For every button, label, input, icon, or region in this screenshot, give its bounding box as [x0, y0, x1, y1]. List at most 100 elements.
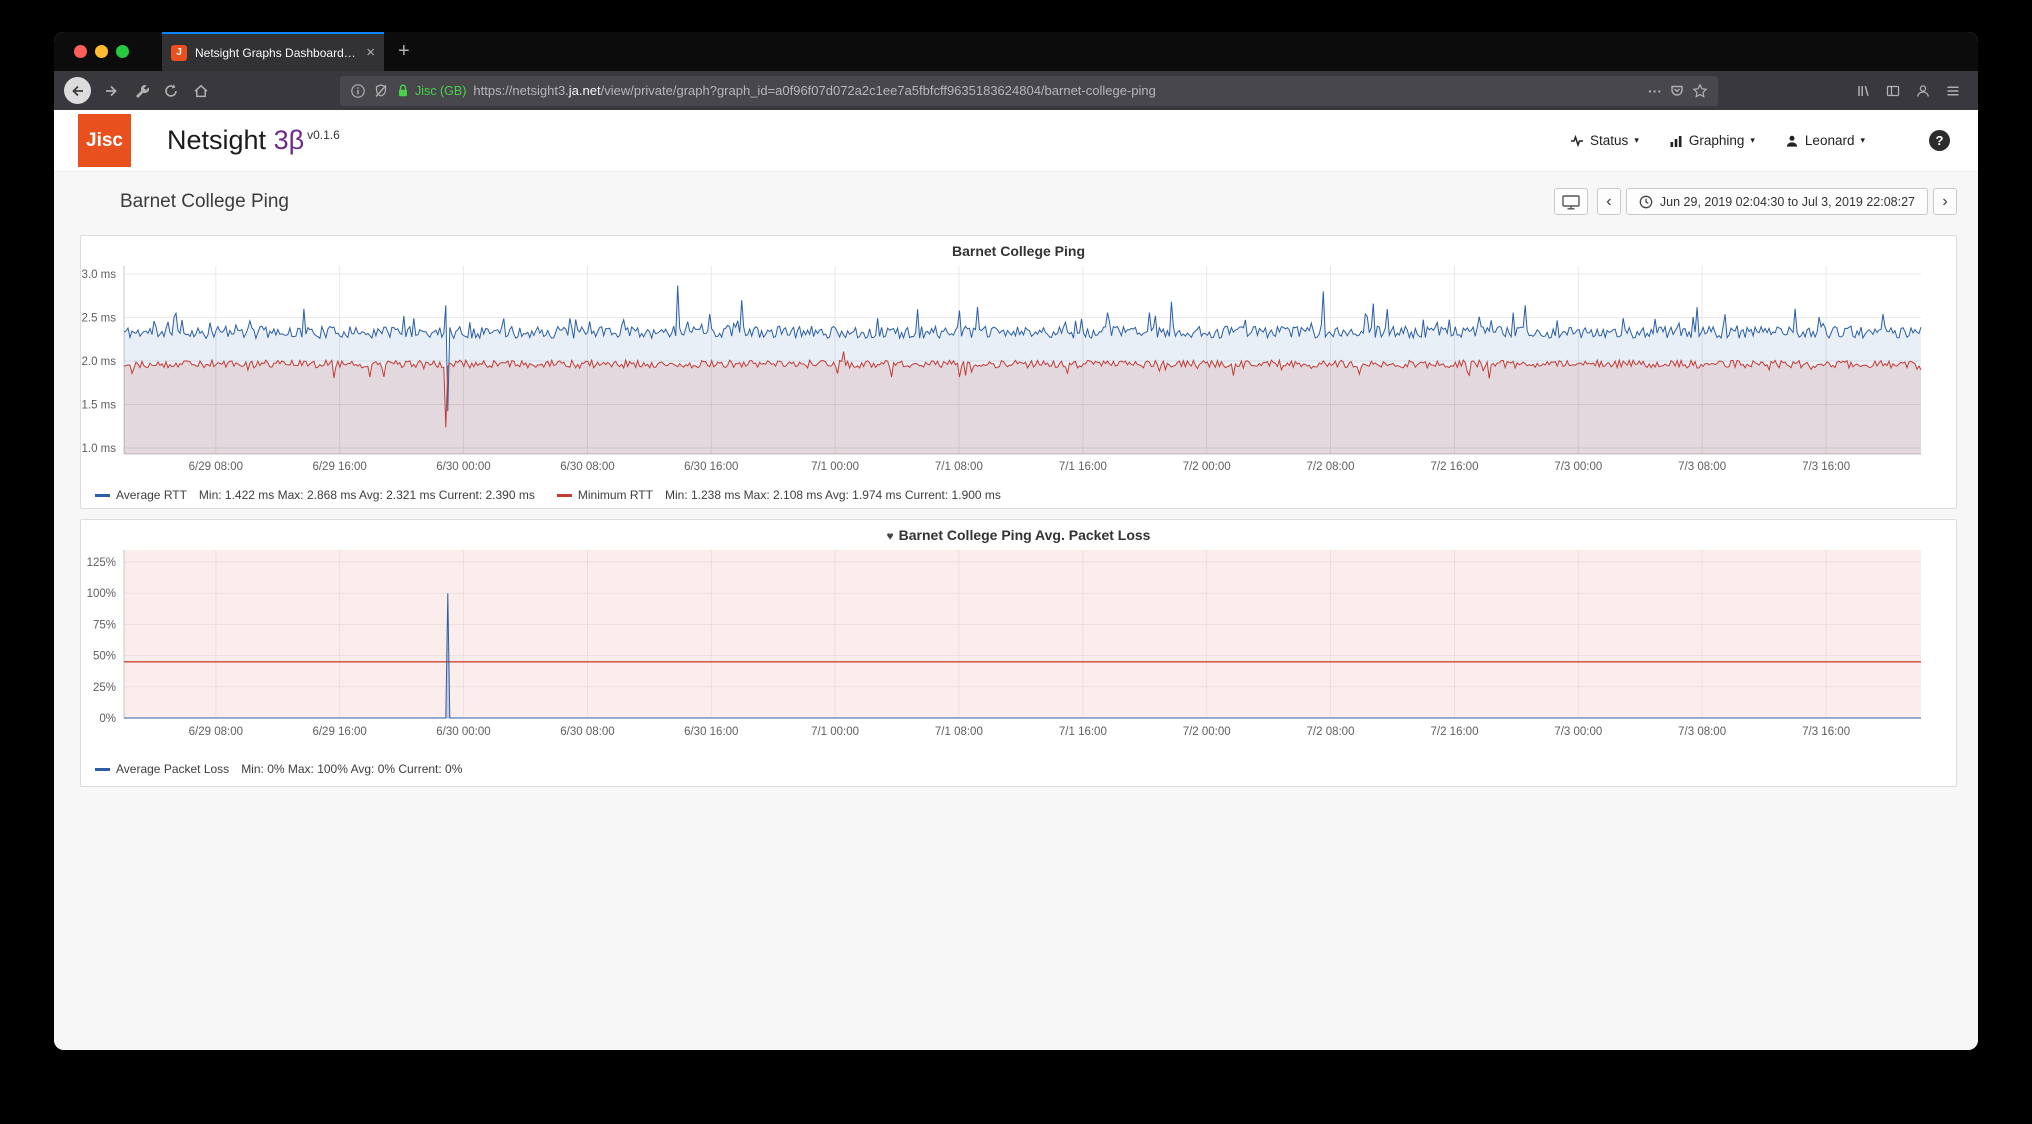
time-controls: ‹ Jun 29, 2019 02:04:30 to Jul 3, 2019 2… — [1554, 188, 1957, 215]
page-content: Jisc Netsight 3βv0.1.6 Status▾ Graphing▾ — [54, 110, 1978, 1050]
y-tick-label: 1.5 ms — [81, 400, 116, 412]
app-version: v0.1.6 — [307, 128, 340, 142]
x-tick-label: 6/30 08:00 — [560, 726, 614, 738]
x-tick-label: 7/2 00:00 — [1183, 461, 1231, 473]
page-actions-icon[interactable]: ··· — [1648, 83, 1662, 99]
tracking-shield-icon[interactable] — [373, 83, 389, 99]
pocket-glyph-icon — [1669, 83, 1685, 99]
monitor-icon — [1561, 193, 1581, 211]
legend-series-name: Average RTT — [116, 488, 187, 502]
x-tick-label: 7/3 00:00 — [1554, 726, 1602, 738]
status-pulse-icon — [1570, 134, 1584, 148]
window-controls — [54, 32, 129, 71]
x-tick-label: 7/2 16:00 — [1431, 461, 1479, 473]
x-tick-label: 7/1 00:00 — [811, 726, 859, 738]
clock-icon — [1639, 195, 1653, 209]
chart-title: ♥Barnet College Ping Avg. Packet Loss — [81, 520, 1956, 546]
chevron-down-icon: ▾ — [1860, 135, 1865, 146]
security-label: Jisc (GB) — [415, 84, 466, 98]
lock-icon — [396, 83, 410, 98]
legend-swatch — [95, 768, 110, 771]
y-tick-label: 1.0 ms — [81, 443, 116, 455]
x-tick-label: 6/30 00:00 — [436, 461, 490, 473]
chevron-down-icon: ▾ — [1750, 135, 1755, 146]
x-tick-label: 6/30 08:00 — [560, 461, 614, 473]
chart-legend: Average Packet LossMin: 0% Max: 100% Avg… — [81, 760, 1956, 778]
bar-chart-icon — [1669, 134, 1683, 148]
legend-item[interactable]: Minimum RTTMin: 1.238 ms Max: 2.108 ms A… — [557, 488, 1001, 502]
y-tick-label: 0% — [99, 713, 116, 725]
tab-title: Netsight Graphs Dashboard - B — [195, 46, 358, 60]
window-minimize-button[interactable] — [95, 45, 108, 58]
time-next-button[interactable]: › — [1933, 188, 1957, 215]
legend-series-name: Average Packet Loss — [116, 762, 229, 776]
navigation-bar: Jisc (GB) https://netsight3.ja.net/view/… — [54, 71, 1978, 110]
y-tick-label: 50% — [93, 651, 116, 663]
y-tick-label: 2.0 ms — [81, 356, 116, 368]
bookmark-star-icon[interactable] — [1692, 83, 1708, 99]
x-tick-label: 7/3 00:00 — [1554, 461, 1602, 473]
chevron-down-icon: ▾ — [1634, 135, 1639, 146]
x-tick-label: 7/2 00:00 — [1183, 726, 1231, 738]
legend-item[interactable]: Average Packet LossMin: 0% Max: 100% Avg… — [95, 762, 462, 776]
x-tick-label: 6/29 08:00 — [189, 461, 243, 473]
y-tick-label: 25% — [93, 682, 116, 694]
x-tick-label: 6/30 00:00 — [436, 726, 490, 738]
rtt-chart[interactable]: 6/29 08:00 6/29 16:00 6/30 00:00 6/30 08:00… — [81, 262, 1956, 484]
y-tick-label: 2.5 ms — [81, 313, 116, 325]
graphing-menu[interactable]: Graphing▾ — [1669, 133, 1755, 148]
x-tick-label: 7/3 16:00 — [1802, 461, 1850, 473]
status-menu[interactable]: Status▾ — [1570, 133, 1639, 148]
x-tick-label: 7/3 08:00 — [1678, 726, 1726, 738]
header-menus: Status▾ Graphing▾ Leonard▾ — [1570, 133, 1865, 148]
chart-panel-packet-loss: ♥Barnet College Ping Avg. Packet Loss 6/… — [80, 519, 1957, 787]
x-tick-label: 6/29 08:00 — [189, 726, 243, 738]
forward-button[interactable] — [96, 76, 126, 106]
reload-button[interactable] — [156, 76, 186, 106]
hamburger-icon — [1945, 83, 1961, 99]
new-tab-button[interactable]: + — [398, 32, 410, 71]
tab-close-icon[interactable]: × — [366, 44, 375, 61]
x-tick-label: 7/1 08:00 — [935, 726, 983, 738]
legend-item[interactable]: Average RTTMin: 1.422 ms Max: 2.868 ms A… — [95, 488, 535, 502]
legend-swatch — [95, 494, 110, 497]
y-tick-label: 75% — [93, 619, 116, 631]
y-tick-label: 125% — [87, 557, 116, 569]
help-button[interactable]: ? — [1929, 130, 1950, 151]
url-text: https://netsight3.ja.net/view/private/gr… — [473, 83, 1641, 98]
url-bar[interactable]: Jisc (GB) https://netsight3.ja.net/view/… — [340, 76, 1718, 106]
browser-tab[interactable]: J Netsight Graphs Dashboard - B × — [162, 32, 384, 71]
back-button[interactable] — [64, 77, 91, 104]
alert-heart-icon: ♥ — [887, 529, 894, 543]
display-mode-button[interactable] — [1554, 188, 1588, 215]
home-button[interactable] — [186, 76, 216, 106]
tab-bar: J Netsight Graphs Dashboard - B × + — [54, 32, 1978, 71]
pocket-icon[interactable] — [1669, 83, 1685, 99]
packet-loss-chart[interactable]: 6/29 08:00 6/29 16:00 6/30 00:00 6/30 08:00… — [81, 546, 1956, 758]
x-tick-label: 6/29 16:00 — [312, 726, 366, 738]
jisc-logo[interactable]: Jisc — [78, 114, 131, 167]
window-close-button[interactable] — [74, 45, 87, 58]
x-tick-label: 6/30 16:00 — [684, 461, 738, 473]
menu-button[interactable] — [1938, 76, 1968, 106]
security-chip[interactable]: Jisc (GB) — [396, 83, 466, 98]
info-icon[interactable] — [350, 83, 366, 99]
x-tick-label: 6/29 16:00 — [312, 461, 366, 473]
time-range-button[interactable]: Jun 29, 2019 02:04:30 to Jul 3, 2019 22:… — [1626, 188, 1928, 215]
x-tick-label: 7/1 08:00 — [935, 461, 983, 473]
user-icon — [1785, 134, 1799, 148]
user-menu[interactable]: Leonard▾ — [1785, 133, 1865, 148]
x-tick-label: 7/2 08:00 — [1307, 461, 1355, 473]
time-range-group: ‹ Jun 29, 2019 02:04:30 to Jul 3, 2019 2… — [1597, 188, 1957, 215]
library-button[interactable] — [1848, 76, 1878, 106]
time-prev-button[interactable]: ‹ — [1597, 188, 1621, 215]
x-tick-label: 7/2 08:00 — [1307, 726, 1355, 738]
library-icon — [1855, 83, 1871, 99]
sidebars-button[interactable] — [1878, 76, 1908, 106]
window-maximize-button[interactable] — [116, 45, 129, 58]
site-header: Jisc Netsight 3βv0.1.6 Status▾ Graphing▾ — [54, 110, 1978, 172]
home-icon — [193, 83, 209, 99]
developer-wrench-button[interactable] — [126, 76, 156, 106]
x-tick-label: 7/2 16:00 — [1431, 726, 1479, 738]
account-button[interactable] — [1908, 76, 1938, 106]
